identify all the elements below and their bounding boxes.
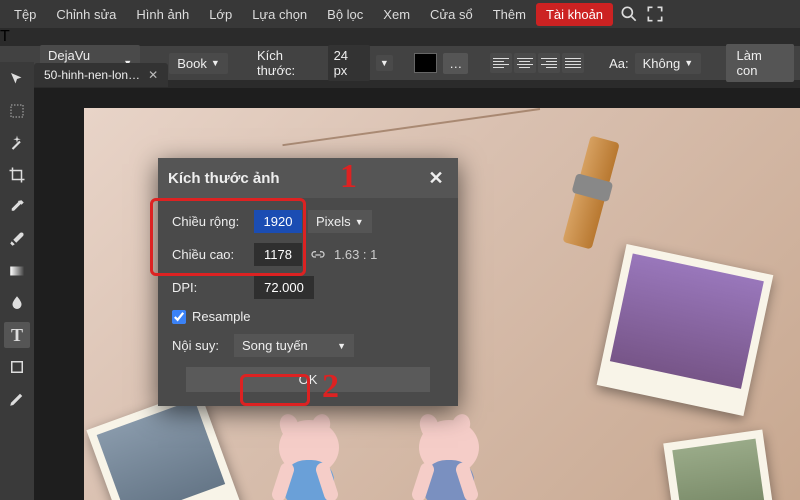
decor-photo [597, 244, 774, 416]
align-right-button[interactable] [538, 53, 560, 73]
align-left-button[interactable] [490, 53, 512, 73]
fullscreen-icon[interactable] [645, 4, 665, 24]
dpi-label: DPI: [172, 280, 248, 295]
chevron-down-icon: ▼ [337, 341, 346, 351]
font-weight-dropdown[interactable]: Book ▼ [169, 53, 228, 74]
dialog-titlebar[interactable]: Kích thước ảnh ✕ [158, 158, 458, 198]
font-size-label: Kích thước: [257, 48, 322, 78]
close-tab-icon[interactable]: ✕ [148, 68, 158, 82]
font-size-field[interactable]: 24 px [328, 45, 370, 81]
menu-window[interactable]: Cửa sổ [420, 3, 483, 26]
decor-character [264, 410, 354, 500]
move-tool[interactable] [4, 66, 30, 92]
image-size-dialog: Kích thước ảnh ✕ Chiều rộng: Pixels ▼ Ch… [158, 158, 458, 406]
search-icon[interactable] [619, 4, 639, 24]
resample-checkbox[interactable] [172, 310, 186, 324]
menu-filter[interactable]: Bộ lọc [317, 3, 373, 26]
menu-image[interactable]: Hình ảnh [126, 3, 199, 26]
width-unit-value: Pixels [316, 214, 351, 229]
clear-style-button[interactable]: Làm con [726, 44, 794, 82]
dpi-input[interactable] [254, 276, 314, 299]
gradient-tool[interactable] [4, 258, 30, 284]
menu-layer[interactable]: Lớp [199, 3, 242, 26]
ok-button[interactable]: OK [186, 367, 431, 392]
pen-tool[interactable] [4, 386, 30, 412]
menu-edit[interactable]: Chỉnh sửa [46, 3, 126, 26]
font-size-dropdown[interactable]: ▼ [376, 55, 393, 71]
tool-palette: T [0, 62, 34, 500]
document-tab[interactable]: 50-hinh-nen-lon… ✕ [34, 63, 168, 87]
interpolation-dropdown[interactable]: Song tuyến ▼ [234, 334, 354, 357]
eyedropper-tool[interactable] [4, 194, 30, 220]
chevron-down-icon: ▼ [355, 217, 364, 227]
text-tool[interactable]: T [4, 322, 30, 348]
document-tab-bar: 50-hinh-nen-lon… ✕ [34, 62, 168, 88]
antialias-dropdown[interactable]: Không ▼ [635, 53, 702, 74]
height-input[interactable] [254, 243, 302, 266]
close-icon[interactable]: ✕ [424, 166, 448, 190]
chevron-down-icon: ▼ [684, 58, 693, 68]
interpolation-label: Nội suy: [172, 338, 228, 353]
chevron-down-icon: ▼ [211, 58, 220, 68]
brush-tool[interactable] [4, 226, 30, 252]
text-color-swatch[interactable] [414, 53, 437, 73]
crop-tool[interactable] [4, 162, 30, 188]
align-justify-button[interactable] [562, 53, 584, 73]
document-tab-title: 50-hinh-nen-lon… [44, 68, 140, 82]
decor-character [404, 410, 494, 500]
width-unit-dropdown[interactable]: Pixels ▼ [308, 210, 372, 233]
link-dimensions-icon[interactable] [308, 245, 328, 265]
height-label: Chiều cao: [172, 247, 248, 262]
width-input[interactable] [254, 210, 302, 233]
text-tool-indicator-icon: T [0, 28, 800, 46]
decor-string [282, 108, 540, 146]
menu-account[interactable]: Tài khoản [536, 3, 613, 26]
decor-clothespin [550, 108, 640, 262]
menu-file[interactable]: Tệp [4, 3, 46, 26]
align-center-button[interactable] [514, 53, 536, 73]
width-label: Chiều rộng: [172, 214, 248, 229]
text-align-group [490, 53, 584, 73]
resample-label: Resample [192, 309, 251, 324]
rect-select-tool[interactable] [4, 98, 30, 124]
menu-bar: Tệp Chỉnh sửa Hình ảnh Lớp Lựa chọn Bộ l… [0, 0, 800, 28]
dialog-title: Kích thước ảnh [168, 170, 280, 187]
aspect-ratio: 1.63 : 1 [334, 247, 377, 262]
menu-select[interactable]: Lựa chọn [242, 3, 317, 26]
menu-view[interactable]: Xem [373, 3, 420, 26]
antialias-label: Aa: [609, 56, 629, 71]
chevron-down-icon: ▼ [380, 58, 389, 68]
font-weight-value: Book [177, 56, 207, 71]
color-picker-button[interactable]: … [443, 53, 468, 74]
magic-wand-tool[interactable] [4, 130, 30, 156]
blur-tool[interactable] [4, 290, 30, 316]
shape-tool[interactable] [4, 354, 30, 380]
interpolation-value: Song tuyến [242, 338, 308, 353]
decor-photo [663, 430, 777, 500]
menu-more[interactable]: Thêm [483, 3, 536, 26]
antialias-value: Không [643, 56, 681, 71]
